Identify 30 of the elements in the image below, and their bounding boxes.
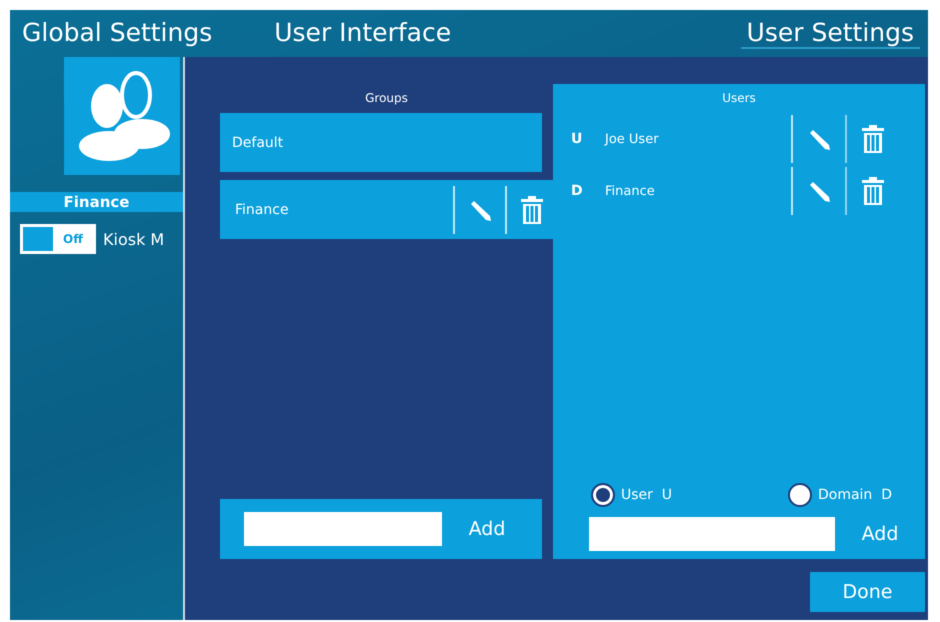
user-type: D [571, 183, 584, 199]
group-row[interactable]: Finance [220, 180, 553, 239]
add-button[interactable]: Add [442, 518, 532, 540]
trash-icon [862, 177, 884, 205]
kiosk-label: Kiosk M [103, 230, 164, 248]
user-name: Joe User [605, 132, 660, 146]
radio-label: Domain D [818, 487, 892, 503]
radio-button[interactable] [591, 483, 615, 507]
group-name: Default [232, 134, 284, 150]
group-name: Finance [10, 192, 183, 212]
nav-tab[interactable]: User Interface [268, 18, 458, 49]
user-type: U [571, 131, 584, 147]
user-name-field[interactable] [589, 517, 835, 551]
radio-label: User U [621, 487, 672, 503]
done-button[interactable]: Done [810, 572, 925, 612]
nav-tab[interactable]: Global Settings [16, 18, 218, 49]
groups-heading: Groups [364, 90, 409, 107]
add-button[interactable]: Add [835, 523, 925, 545]
user-name: Finance [605, 184, 656, 198]
group-row[interactable]: Default [220, 113, 542, 172]
nav-tab[interactable]: User Settings [740, 18, 920, 49]
radio-button[interactable] [788, 483, 812, 507]
users-heading: Users [721, 90, 757, 107]
kiosk-toggle[interactable]: Off [20, 224, 96, 254]
group-name: Finance [235, 202, 290, 218]
group-name-field[interactable] [244, 512, 442, 546]
trash-icon [521, 196, 543, 224]
pencil-icon [807, 127, 831, 151]
trash-icon [862, 125, 884, 153]
pencil-icon [807, 179, 831, 203]
